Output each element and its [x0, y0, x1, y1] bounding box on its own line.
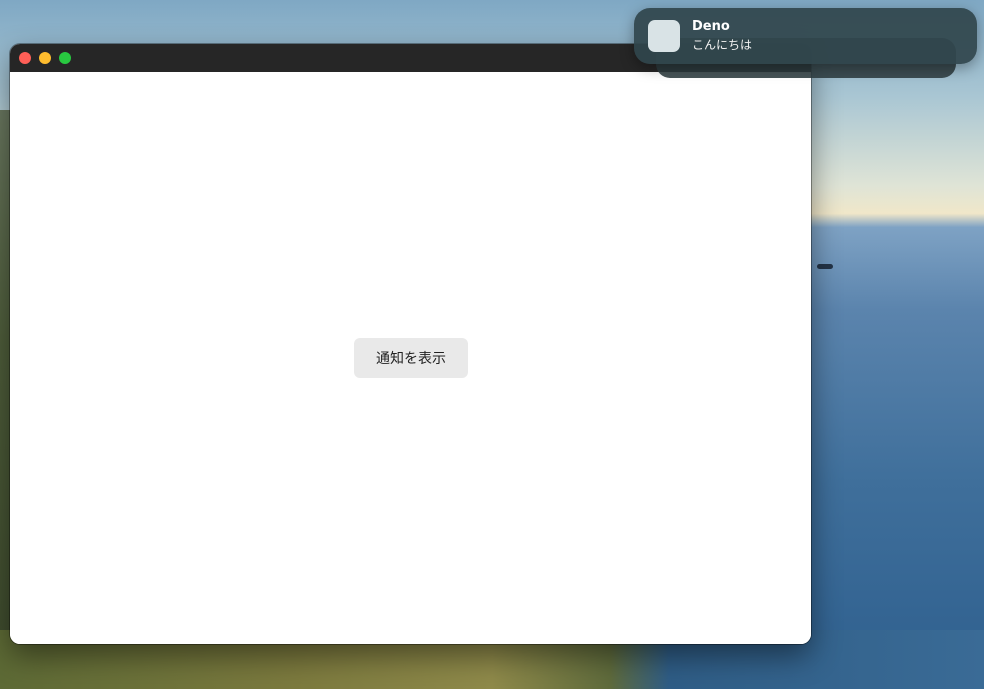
app-icon: [648, 20, 680, 52]
notification-title: Deno: [692, 19, 730, 34]
window-content: 通知を表示: [10, 72, 811, 644]
close-window-button[interactable]: [19, 52, 31, 64]
minimize-window-button[interactable]: [39, 52, 51, 64]
app-window: 通知を表示: [10, 44, 811, 644]
notification-banner[interactable]: Deno こんにちは: [634, 8, 977, 64]
rock-scenery: [817, 264, 833, 269]
show-notification-button[interactable]: 通知を表示: [354, 338, 468, 378]
desktop-background: 通知を表示 Deno こんにちは: [0, 0, 984, 689]
zoom-window-button[interactable]: [59, 52, 71, 64]
notification-body: こんにちは: [692, 38, 753, 52]
